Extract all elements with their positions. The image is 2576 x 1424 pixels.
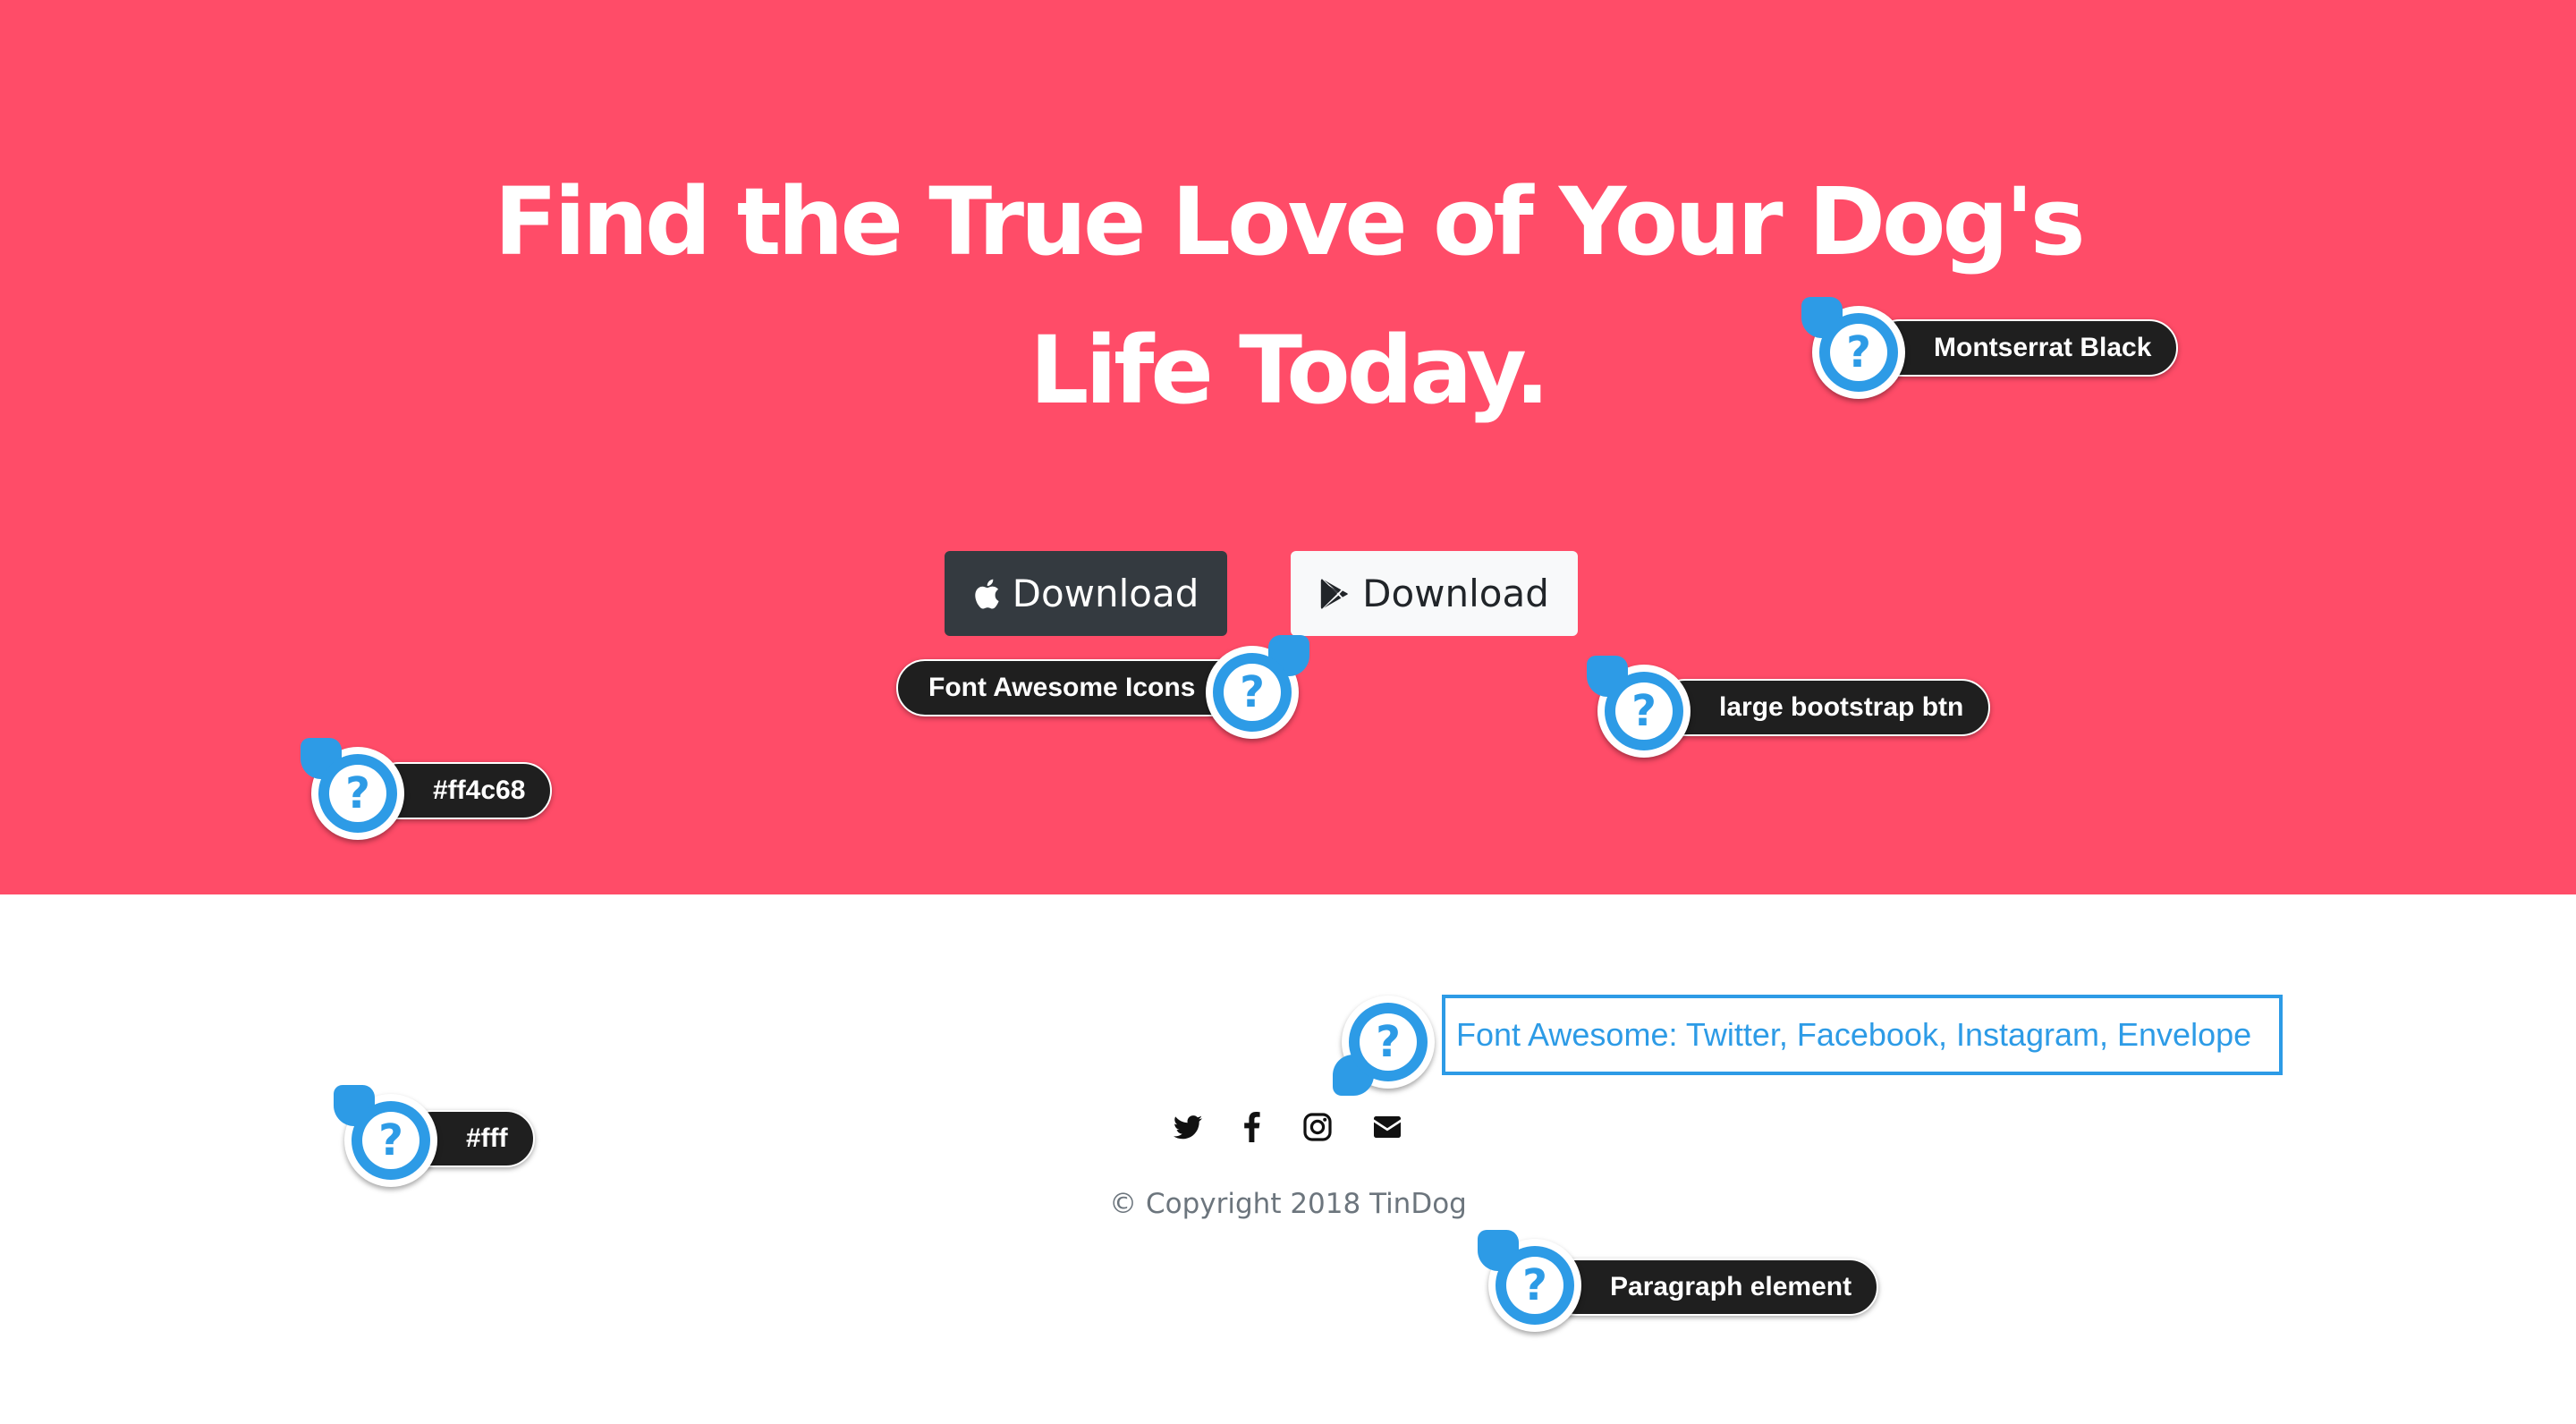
question-icon: ? <box>1522 1260 1547 1310</box>
question-icon: ? <box>1240 667 1265 717</box>
download-apple-label: Download <box>1012 572 1199 615</box>
help-marker-paragraph[interactable]: ? <box>1478 1230 1581 1332</box>
annotation-tooltip-social: Font Awesome: Twitter, Facebook, Instagr… <box>1442 995 2283 1075</box>
envelope-icon[interactable] <box>1371 1111 1403 1143</box>
help-marker-social[interactable]: ? <box>1333 996 1435 1096</box>
help-marker-icons[interactable]: ? <box>1206 635 1309 739</box>
apple-icon <box>974 579 999 609</box>
annotation-label-icons: Font Awesome Icons <box>896 659 1258 716</box>
copyright-text: © Copyright 2018 TinDog <box>1109 1188 1467 1220</box>
download-apple-button[interactable]: Download <box>945 551 1227 636</box>
annotation-label-paragraph: Paragraph element <box>1547 1259 1879 1316</box>
help-marker-footer-color[interactable]: ? <box>334 1085 437 1187</box>
google-play-icon <box>1320 578 1348 609</box>
question-icon: ? <box>345 768 370 818</box>
hero-title: Find the True Love of Your Dog's Life To… <box>494 167 2085 425</box>
instagram-icon[interactable] <box>1301 1111 1334 1143</box>
question-icon: ? <box>1631 686 1657 736</box>
facebook-icon[interactable] <box>1236 1111 1268 1143</box>
help-marker-button[interactable]: ? <box>1587 656 1690 758</box>
annotation-label-font: Montserrat Black <box>1871 319 2179 377</box>
download-google-play-button[interactable]: Download <box>1291 551 1578 636</box>
question-icon: ? <box>1846 327 1871 377</box>
download-google-play-label: Download <box>1362 572 1549 615</box>
annotation-label-button: large bootstrap btn <box>1657 679 1991 736</box>
help-marker-hero-color[interactable]: ? <box>301 738 404 840</box>
question-icon: ? <box>1376 1017 1401 1067</box>
question-icon: ? <box>378 1115 403 1165</box>
help-marker-font[interactable]: ? <box>1801 297 1905 399</box>
twitter-icon[interactable] <box>1172 1111 1204 1143</box>
